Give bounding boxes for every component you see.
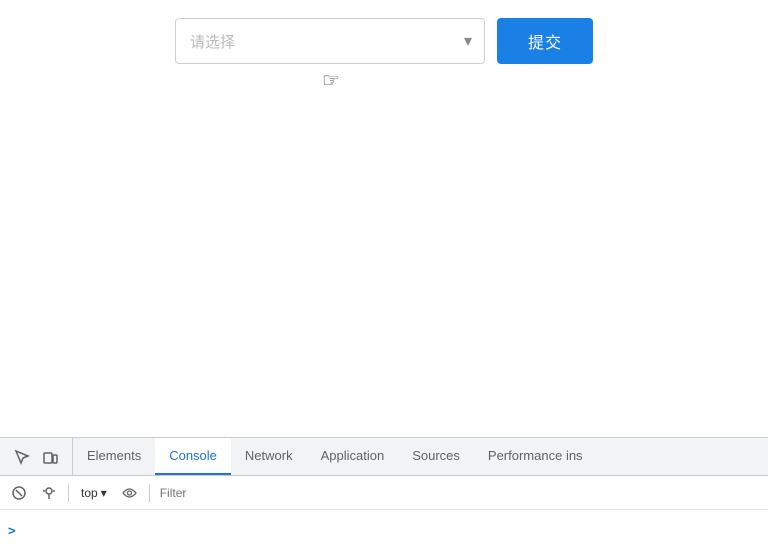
filter-button[interactable]: [36, 480, 62, 506]
clear-console-button[interactable]: [6, 480, 32, 506]
execution-context-dropdown[interactable]: top ▾: [75, 481, 113, 505]
tab-performance[interactable]: Performance ins: [474, 438, 597, 475]
cursor-pointer-icon: ☞: [322, 68, 340, 93]
tab-application[interactable]: Application: [307, 438, 399, 475]
tab-sources[interactable]: Sources: [398, 438, 474, 475]
select-dropdown[interactable]: 请选择 ▾ ☞: [175, 18, 485, 64]
submit-button[interactable]: 提交: [497, 18, 593, 64]
main-content: 请选择 ▾ ☞ 提交: [0, 0, 768, 385]
tab-elements[interactable]: Elements: [73, 438, 155, 475]
devtools-panel: Elements Console Network Application Sou…: [0, 437, 768, 552]
console-prompt[interactable]: >: [8, 524, 16, 539]
tab-console[interactable]: Console: [155, 438, 231, 475]
devtools-tab-list: Elements Console Network Application Sou…: [73, 438, 768, 475]
chevron-down-icon: ▾: [464, 31, 484, 51]
toolbar-separator-2: [149, 484, 150, 502]
devtools-icon-buttons: [0, 438, 73, 475]
eye-icon-button[interactable]: [117, 480, 143, 506]
dropdown-arrow-icon: ▾: [101, 486, 107, 500]
console-toolbar: top ▾: [0, 476, 768, 510]
select-placeholder: 请选择: [176, 31, 464, 52]
devtools-tabs-bar: Elements Console Network Application Sou…: [0, 438, 768, 476]
top-label: top: [81, 486, 98, 500]
device-toggle-button[interactable]: [36, 443, 64, 471]
console-filter-input[interactable]: [156, 482, 762, 504]
toolbar-separator: [68, 484, 69, 502]
form-row: 请选择 ▾ ☞ 提交: [175, 18, 593, 64]
inspect-element-button[interactable]: [8, 443, 36, 471]
tab-network[interactable]: Network: [231, 438, 307, 475]
console-content: >: [0, 510, 768, 552]
